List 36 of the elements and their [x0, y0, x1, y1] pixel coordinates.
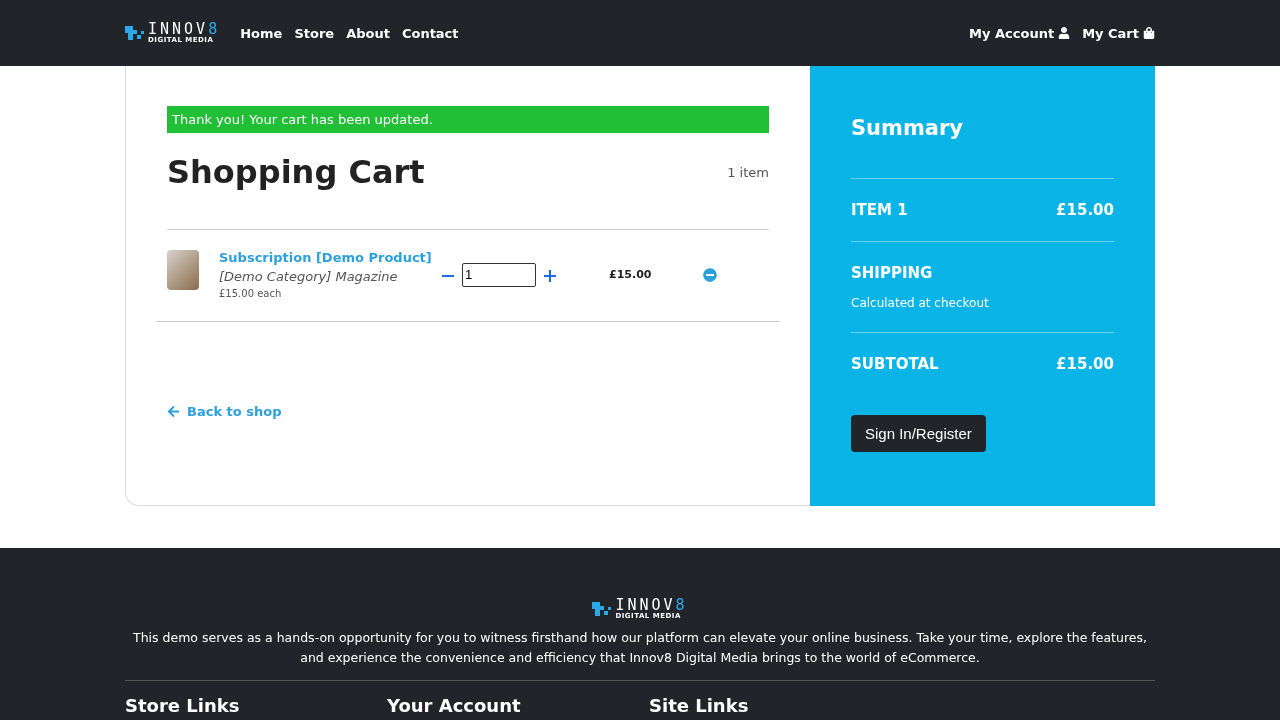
product-thumbnail — [167, 250, 199, 290]
summary-value: £15.00 — [1056, 201, 1114, 219]
summary-label: ITEM 1 — [851, 201, 908, 219]
logo-wordmark: INNOV 8 — [148, 22, 221, 37]
footer-heading: Your Account — [387, 695, 522, 716]
account-link[interactable]: My Account — [969, 25, 1071, 41]
nav-link[interactable]: Store — [294, 25, 335, 41]
shipping-note: Calculated at checkout — [851, 296, 990, 310]
summary-value: £15.00 — [1056, 355, 1114, 373]
line-total: £15.00 — [609, 268, 653, 281]
logo-icon — [125, 23, 145, 43]
nav-link[interactable]: Home — [240, 25, 283, 41]
nav-link[interactable]: About — [346, 25, 390, 41]
product-category: [Demo Category] Magazine — [219, 269, 399, 284]
footer-heading: Site Links — [649, 695, 750, 716]
summary-label: SHIPPING — [851, 264, 933, 282]
summary-label: SUBTOTAL — [851, 355, 939, 373]
cart-link[interactable]: My Cart — [1082, 25, 1155, 41]
bag-icon — [1143, 27, 1155, 39]
arrow-left-icon — [167, 405, 180, 418]
sign-in-button[interactable]: Sign In/Register — [851, 415, 986, 452]
footer-heading: Store Links — [125, 695, 241, 716]
success-alert: Thank you! Your cart has been updated. — [167, 106, 769, 133]
plus-icon — [544, 269, 556, 282]
logo-wordmark: INNOV 8 — [615, 598, 688, 613]
logo-icon — [592, 599, 613, 619]
item-count: 1 item — [727, 164, 769, 180]
user-icon — [1058, 27, 1071, 39]
remove-button[interactable] — [703, 267, 717, 282]
quantity-field[interactable]: 1 — [462, 262, 536, 287]
nav-link[interactable]: Contact — [401, 25, 459, 41]
unit-price: £15.00 each — [219, 288, 283, 299]
remove-icon — [703, 267, 717, 282]
footer-description: This demo serves as a hands-on opportunity for you to witness firsthand how our platform can elevate your online business. Take your time, explore the features, and experience the convenience and efficiency that Innov8 Digital Media brings to the world of eCommerce. — [132, 629, 1148, 667]
page-title: Shopping Cart — [167, 153, 425, 191]
summary-title: Summary — [851, 116, 965, 140]
